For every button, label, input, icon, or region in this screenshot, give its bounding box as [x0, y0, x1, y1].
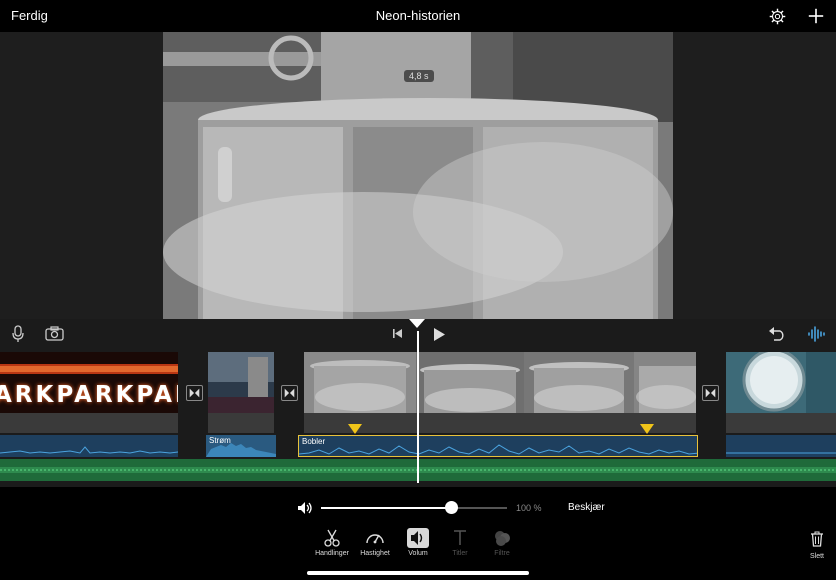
- undo-icon[interactable]: [768, 326, 786, 341]
- audio-clip-neon[interactable]: [0, 435, 178, 457]
- audio-waveform: [0, 446, 178, 454]
- delete-button[interactable]: Slett: [806, 531, 828, 560]
- tool-titles[interactable]: Titler: [437, 528, 483, 557]
- trash-icon: [811, 531, 823, 547]
- delete-label: Slett: [809, 553, 824, 560]
- speaker-icon: [407, 528, 429, 548]
- volume-percent: 100 %: [516, 503, 542, 513]
- audio-label-strom: Strøm: [209, 436, 231, 445]
- tool-label: Titler: [452, 550, 468, 557]
- video-clip-porthole[interactable]: [726, 352, 836, 413]
- audio-waveform: [726, 452, 836, 454]
- play-icon[interactable]: [433, 327, 446, 342]
- audio-clip-porthole[interactable]: [726, 435, 836, 457]
- skip-to-start-icon[interactable]: [392, 328, 403, 339]
- waveform-icon[interactable]: [807, 325, 825, 343]
- home-indicator[interactable]: [307, 571, 529, 575]
- scissors-icon: [324, 529, 340, 547]
- filters-icon: [495, 531, 510, 546]
- audio-clip-bobler-selected[interactable]: Bobler: [298, 435, 698, 457]
- transition-icon[interactable]: [186, 385, 203, 401]
- plus-icon[interactable]: [807, 7, 825, 25]
- speaker-icon[interactable]: [297, 501, 313, 515]
- playhead-line[interactable]: [417, 331, 419, 483]
- neon-sign-text: ARKPARKPARK: [0, 382, 178, 408]
- clip-track-base: [726, 413, 836, 433]
- video-clip-strom[interactable]: [208, 352, 274, 413]
- speed-marker-icon[interactable]: [348, 424, 362, 434]
- audio-label-bobler: Bobler: [302, 437, 326, 446]
- bottom-inspector: 100 % Beskjær Handlinger Hastighet Volum: [0, 487, 836, 580]
- trim-button[interactable]: Beskjær: [568, 502, 605, 513]
- top-bar: Ferdig Neon-historien: [0, 0, 836, 32]
- gear-icon[interactable]: [769, 8, 786, 25]
- audio-clip-strom[interactable]: Strøm: [206, 435, 276, 457]
- clip-track-base: [304, 413, 696, 433]
- project-title: Neon-historien: [375, 8, 461, 23]
- transition-icon[interactable]: [702, 385, 719, 401]
- tool-label: Volum: [408, 550, 428, 557]
- tool-label: Hastighet: [360, 550, 390, 557]
- volume-slider-fill: [321, 507, 451, 509]
- microphone-icon[interactable]: [12, 325, 24, 343]
- volume-slider-knob[interactable]: [445, 501, 458, 514]
- playhead-marker-icon: [409, 319, 425, 328]
- transition-icon[interactable]: [281, 385, 298, 401]
- tool-volume[interactable]: Volum: [395, 528, 441, 557]
- speedometer-icon: [366, 534, 384, 544]
- porthole-thumbnail: [726, 352, 836, 413]
- clip-duration-badge: 4,8 s: [404, 70, 434, 82]
- metal-tank-thumbnails: [304, 352, 696, 413]
- tool-actions[interactable]: Handlinger: [309, 528, 355, 557]
- tool-label: Filtre: [494, 550, 510, 557]
- strom-thumbnail: [208, 352, 274, 413]
- audio-waveform: [299, 444, 697, 455]
- video-clip-neon-park[interactable]: ARKPARKPARK: [0, 352, 178, 413]
- title-icon: [454, 530, 466, 545]
- tool-label: Handlinger: [315, 550, 349, 557]
- video-clip-metal-tank[interactable]: [304, 352, 696, 413]
- tool-filters[interactable]: Filtre: [479, 528, 525, 557]
- camera-icon[interactable]: [45, 326, 64, 341]
- speed-marker-icon[interactable]: [640, 424, 654, 434]
- tool-speed[interactable]: Hastighet: [352, 528, 398, 557]
- volume-slider[interactable]: [321, 501, 507, 514]
- clip-track-base: [208, 413, 274, 433]
- video-viewer: 4,8 s: [0, 32, 836, 319]
- clip-track-base: [0, 413, 178, 433]
